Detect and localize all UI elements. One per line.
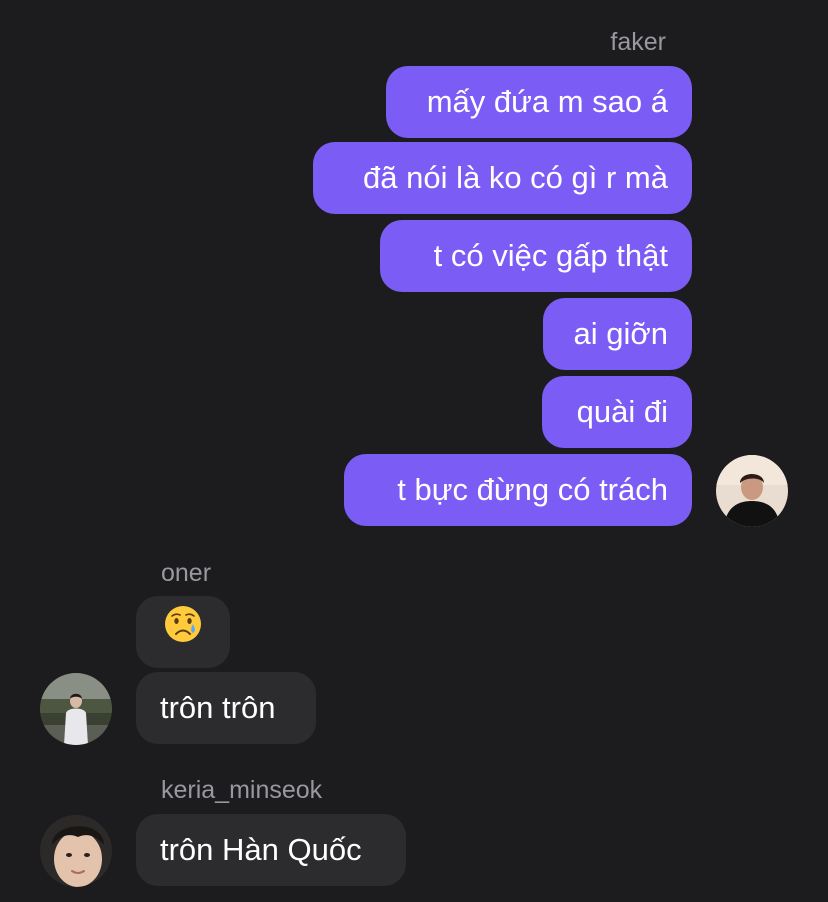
message-text: trôn trôn — [160, 690, 276, 725]
avatar-photo-faker — [716, 455, 788, 527]
avatar-photo-oner — [40, 673, 112, 745]
message-text: t có việc gấp thật — [433, 238, 668, 273]
sender-name-keria-minseok: keria_minseok — [161, 776, 323, 804]
message-text: trôn Hàn Quốc — [160, 832, 362, 867]
message-bubble-outgoing[interactable]: đã nói là ko có gì r mà — [313, 142, 692, 214]
message-bubble-outgoing[interactable]: t bực đừng có trách — [344, 454, 692, 526]
message-bubble-outgoing[interactable]: quài đi — [542, 376, 692, 448]
message-text: đã nói là ko có gì r mà — [363, 160, 668, 195]
message-bubble-incoming[interactable]: 😢 — [136, 596, 230, 668]
message-bubble-outgoing[interactable]: ai giỡn — [543, 298, 692, 370]
crying-face-icon — [163, 598, 203, 670]
avatar-oner[interactable] — [40, 673, 112, 745]
message-text: t bực đừng có trách — [397, 472, 668, 507]
message-text: quài đi — [576, 394, 668, 429]
avatar-keria-minseok[interactable] — [40, 815, 112, 887]
avatar-photo-keria-minseok — [40, 815, 112, 887]
message-bubble-incoming[interactable]: trôn Hàn Quốc — [136, 814, 406, 886]
avatar-faker[interactable] — [716, 455, 788, 527]
message-bubble-outgoing[interactable]: mấy đứa m sao á — [386, 66, 692, 138]
sender-name-faker: faker — [610, 28, 666, 56]
message-text: ai giỡn — [573, 316, 668, 351]
message-bubble-outgoing[interactable]: t có việc gấp thật — [380, 220, 692, 292]
sender-name-oner: oner — [161, 559, 212, 587]
message-bubble-incoming[interactable]: trôn trôn — [136, 672, 316, 744]
message-text: mấy đứa m sao á — [426, 84, 668, 119]
